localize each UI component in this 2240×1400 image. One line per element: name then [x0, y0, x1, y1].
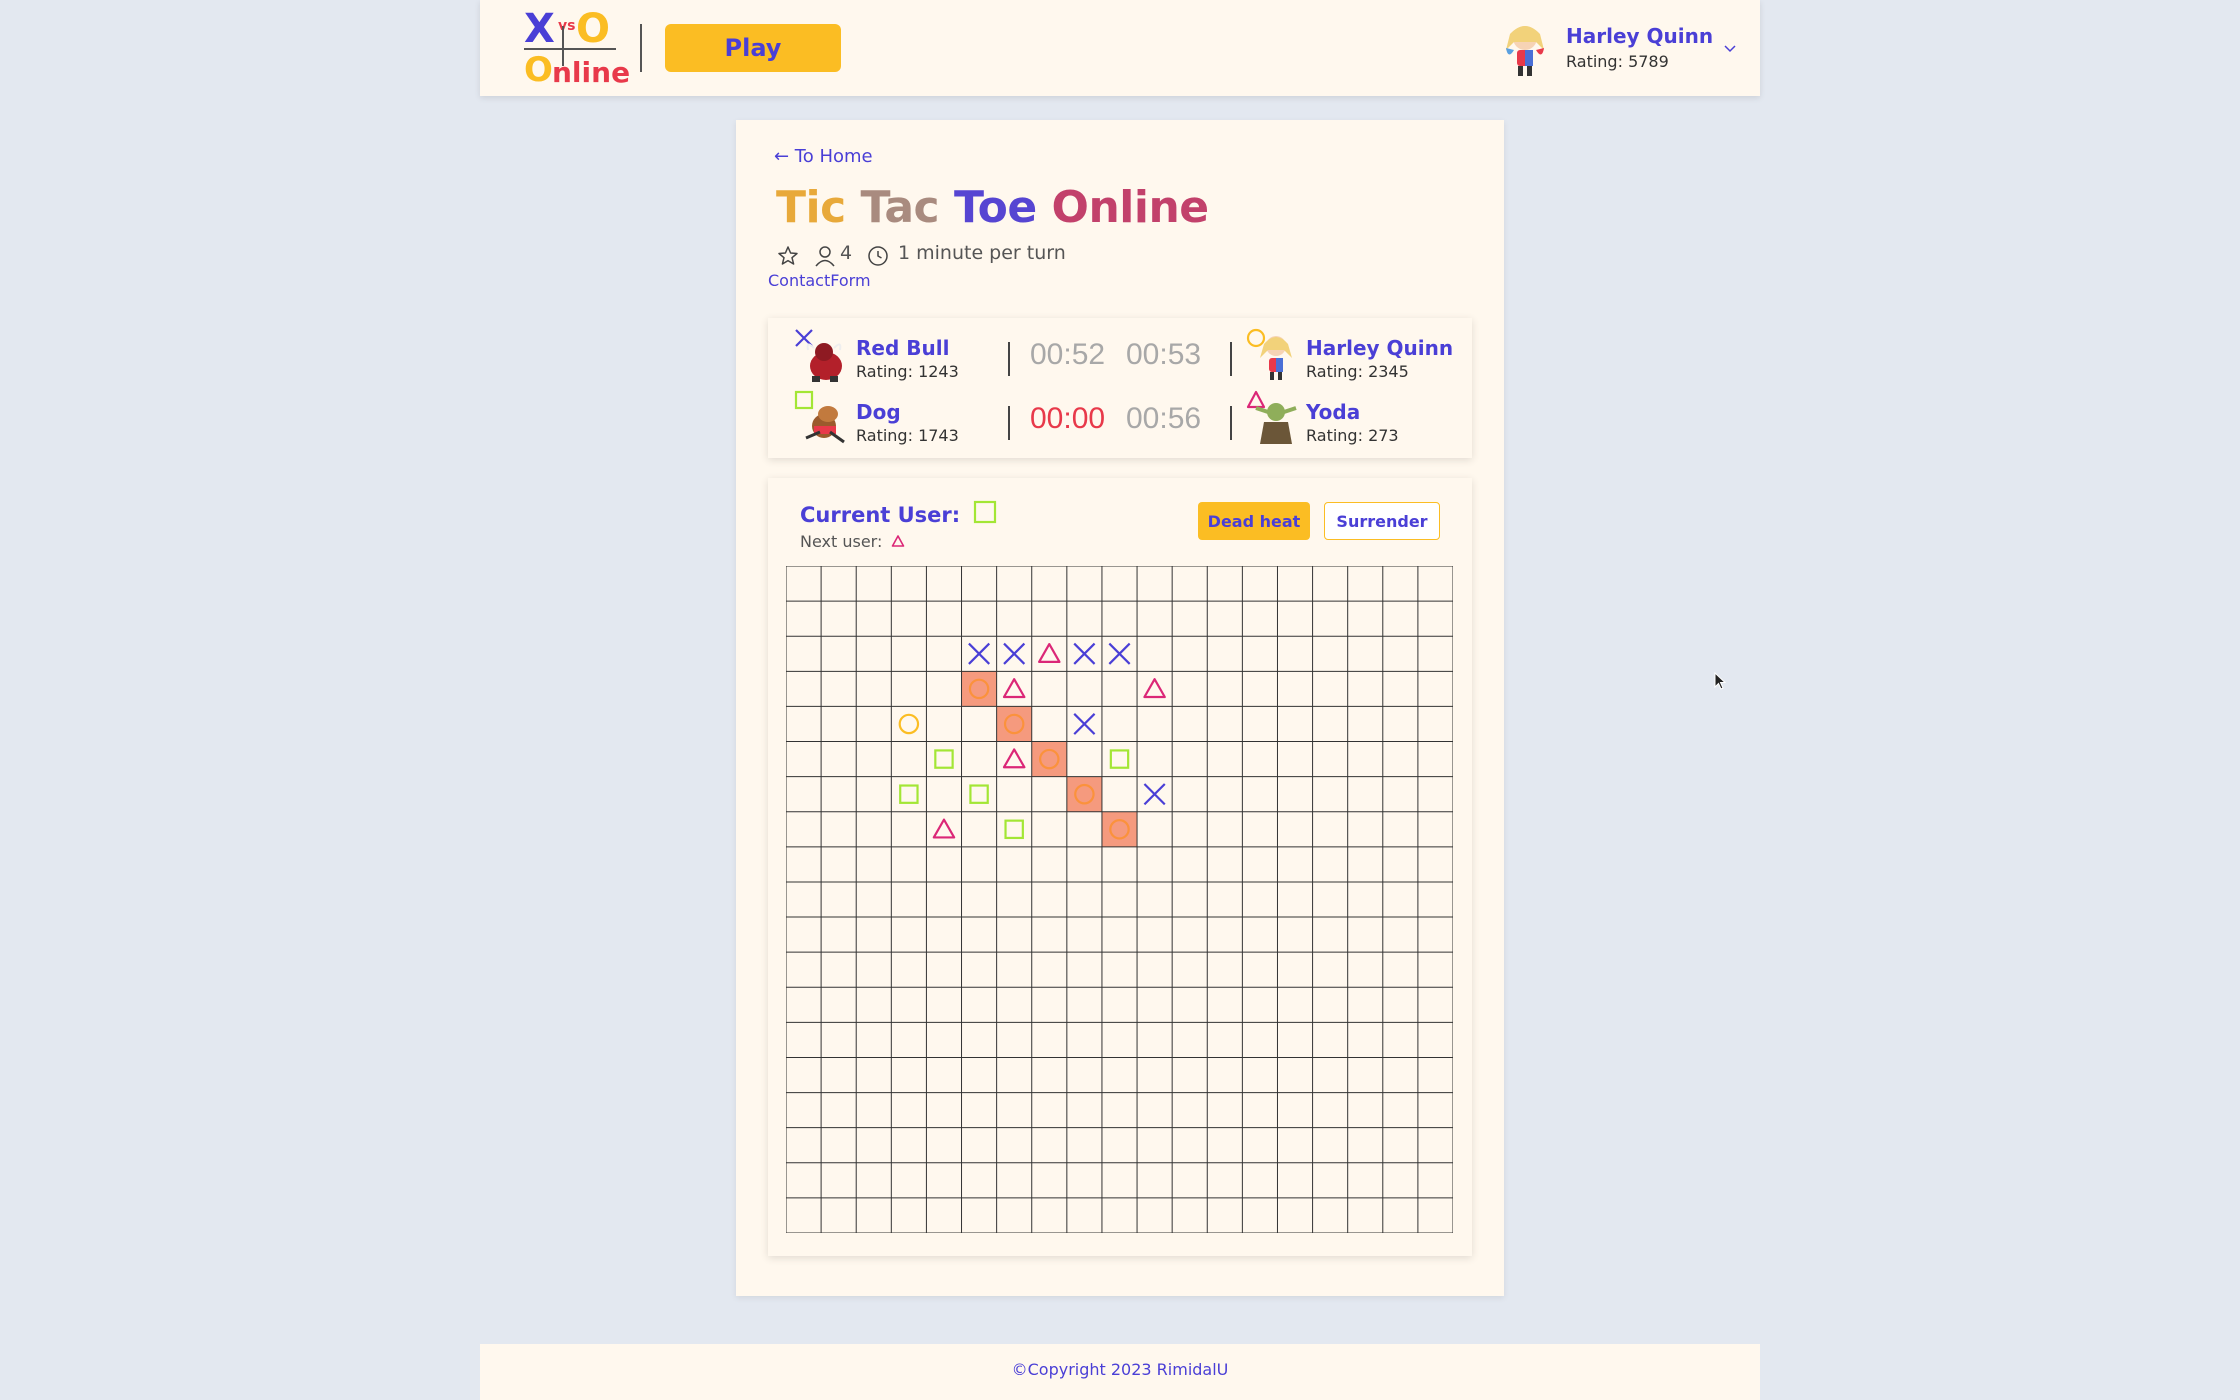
app-logo[interactable]: X vs O O nline — [524, 6, 630, 90]
players-panel: Red Bull Rating: 1243 00:52 00:53 Harley… — [768, 318, 1472, 458]
game-board[interactable] — [786, 566, 1453, 1233]
current-user-text: Current User: — [800, 503, 961, 527]
player-name[interactable]: Dog — [856, 400, 901, 424]
next-user-text: Next user: — [800, 532, 883, 551]
win-cell-highlight — [996, 706, 1032, 742]
win-cell-highlight — [961, 671, 997, 707]
player-name[interactable]: Red Bull — [856, 336, 949, 360]
user-name: Harley Quinn — [1566, 24, 1714, 48]
square-mark — [969, 784, 989, 804]
yoda-avatar — [1255, 403, 1297, 444]
win-cell-highlight — [1101, 811, 1138, 847]
player-timer: 00:52 — [1030, 338, 1106, 371]
title-word: Tic — [776, 182, 846, 233]
triangle-mark — [1002, 678, 1026, 699]
logo-vs: vs — [558, 18, 576, 34]
cross-mark — [1143, 783, 1166, 806]
dog-avatar — [805, 406, 845, 444]
cross-mark — [1073, 713, 1096, 735]
player-timer: 00:53 — [1126, 338, 1202, 371]
player-name[interactable]: Harley Quinn — [1306, 336, 1453, 360]
logo-o2: O — [524, 50, 553, 90]
divider — [1230, 342, 1232, 376]
player-rating: Rating: 1243 — [856, 362, 959, 381]
red-bull-avatar — [806, 343, 842, 382]
players-row: Dog Rating: 1743 00:00 00:56 Yoda Rating… — [768, 382, 1472, 445]
square-mark — [1004, 819, 1024, 840]
divider — [1008, 342, 1010, 376]
game-card: ← To Home Tic Tac Toe Online 4 1 minute … — [736, 120, 1504, 1296]
triangle-icon — [892, 535, 905, 547]
player-timer: 00:56 — [1126, 402, 1202, 435]
harley-quinn-avatar — [1260, 336, 1292, 380]
logo-o: O — [576, 6, 611, 52]
title-word: Toe — [953, 182, 1037, 233]
cross-mark — [1073, 642, 1096, 665]
user-rating: Rating: 5789 — [1566, 52, 1669, 71]
triangle-mark — [932, 818, 956, 839]
player-rating: Rating: 2345 — [1306, 362, 1409, 381]
user-avatar — [1506, 26, 1544, 76]
surrender-button[interactable]: Surrender — [1324, 502, 1440, 540]
logo-online: nline — [552, 56, 631, 89]
player-timer: 00:00 — [1030, 402, 1106, 435]
top-header: X vs O O nline Play Harley Quinn Rating:… — [480, 0, 1760, 96]
header-divider — [640, 24, 642, 72]
page-title: Tic Tac Toe Online — [776, 182, 1209, 233]
mouse-cursor-icon — [1714, 672, 1727, 690]
board-panel: Current User: Next user: Dead heat Surre… — [768, 478, 1472, 1256]
players-row: Red Bull Rating: 1243 00:52 00:53 Harley… — [768, 318, 1472, 382]
current-user-label: Current User: — [800, 498, 997, 527]
title-word: Online — [1051, 182, 1210, 233]
turn-time: 1 minute per turn — [898, 242, 1066, 264]
triangle-mark — [1038, 642, 1061, 664]
copyright-text: ©Copyright 2023 RimidalU — [1011, 1360, 1229, 1379]
cross-mark — [1003, 642, 1026, 665]
play-button[interactable]: Play — [665, 24, 841, 72]
title-word: Tac — [860, 182, 940, 233]
win-cell-highlight — [1066, 776, 1102, 812]
back-to-home-link[interactable]: ← To Home — [774, 146, 873, 167]
logo-x: X — [524, 6, 555, 52]
win-cell-highlight — [1031, 741, 1067, 777]
cross-mark — [1108, 642, 1131, 665]
square-mark — [934, 749, 954, 769]
square-mark — [899, 784, 919, 804]
divider — [1230, 406, 1232, 440]
triangle-mark — [1143, 678, 1166, 699]
circle-mark — [898, 713, 920, 735]
footer: ©Copyright 2023 RimidalU — [480, 1344, 1760, 1400]
square-icon — [974, 500, 997, 524]
players-count: 4 — [840, 242, 853, 264]
chevron-down-icon[interactable] — [1722, 40, 1738, 56]
divider — [1008, 406, 1010, 440]
user-icon — [815, 246, 835, 267]
next-user-label: Next user: — [800, 532, 905, 551]
triangle-mark — [1002, 748, 1026, 769]
contact-form-link[interactable]: ContactForm — [768, 271, 871, 290]
star-icon[interactable] — [776, 244, 800, 268]
dead-heat-button[interactable]: Dead heat — [1198, 502, 1310, 540]
player-name[interactable]: Yoda — [1306, 400, 1360, 424]
player-rating: Rating: 273 — [1306, 426, 1399, 445]
cross-mark — [968, 642, 991, 665]
clock-icon — [868, 246, 888, 266]
player-rating: Rating: 1743 — [856, 426, 959, 445]
user-menu[interactable]: Harley Quinn Rating: 5789 — [1500, 16, 1736, 80]
square-mark — [1109, 749, 1130, 769]
